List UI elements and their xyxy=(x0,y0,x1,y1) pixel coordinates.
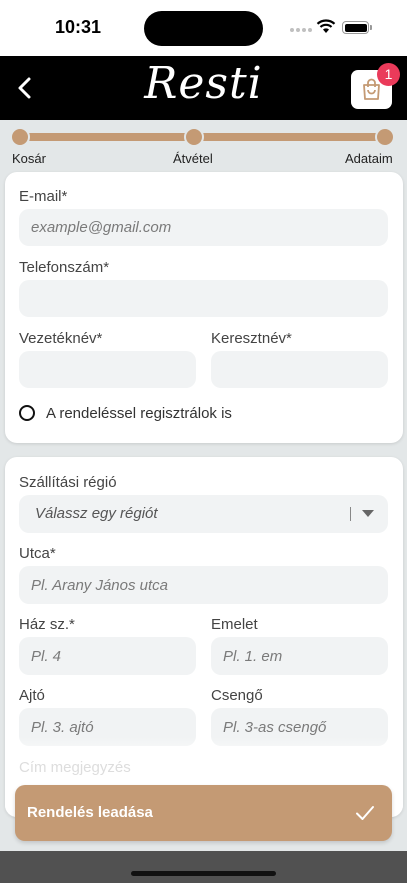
house-number-field[interactable] xyxy=(19,637,196,675)
lastname-label: Vezetéknév* xyxy=(19,330,103,347)
battery-icon xyxy=(342,21,369,34)
bottom-bar xyxy=(0,851,407,883)
address-card: Szállítási régió Válassz egy régiót Utca… xyxy=(5,457,403,817)
floor-label: Emelet xyxy=(211,616,258,633)
bell-label: Csengő xyxy=(211,687,263,704)
step-label-kosar: Kosár xyxy=(12,151,46,166)
select-separator xyxy=(350,507,351,521)
checkmark-icon xyxy=(356,806,374,820)
house-number-label: Ház sz.* xyxy=(19,616,75,633)
region-select[interactable]: Válassz egy régiót xyxy=(19,495,388,533)
cart-badge: 1 xyxy=(377,63,400,86)
signal-icon xyxy=(290,28,312,34)
wifi-icon xyxy=(316,19,336,33)
chevron-down-icon xyxy=(362,510,374,517)
street-label: Utca* xyxy=(19,545,56,562)
app-header: Resti xyxy=(0,56,407,120)
phone-label: Telefonszám* xyxy=(19,259,110,276)
email-label: E-mail* xyxy=(19,188,68,205)
region-label: Szállítási régió xyxy=(19,474,117,491)
step-dot-kosar xyxy=(10,127,30,147)
register-label: A rendeléssel regisztrálok is xyxy=(46,405,232,422)
lastname-field[interactable] xyxy=(19,351,196,388)
email-field[interactable] xyxy=(19,209,388,246)
street-field[interactable] xyxy=(19,566,388,604)
submit-order-label: Rendelés leadása xyxy=(27,804,153,821)
dynamic-island xyxy=(144,11,263,46)
step-label-adataim: Adataim xyxy=(345,151,393,166)
step-dot-adataim xyxy=(375,127,395,147)
register-radio[interactable] xyxy=(19,405,35,421)
home-indicator[interactable] xyxy=(131,871,276,876)
floor-field[interactable] xyxy=(211,637,388,675)
app-logo: Resti xyxy=(144,58,263,109)
contact-card: E-mail* Telefonszám* Vezetéknév* Kereszt… xyxy=(5,172,403,443)
step-dot-atvetel xyxy=(184,127,204,147)
status-time: 10:31 xyxy=(55,17,102,37)
door-label: Ajtó xyxy=(19,687,45,704)
firstname-field[interactable] xyxy=(211,351,388,388)
submit-order-button[interactable]: Rendelés leadása xyxy=(15,785,392,841)
firstname-label: Keresztnév* xyxy=(211,330,292,347)
step-label-atvetel: Átvétel xyxy=(173,151,213,166)
checkout-stepper: Kosár Átvétel Adataim xyxy=(0,120,407,172)
status-bar: 10:31 xyxy=(0,0,407,56)
region-select-value: Válassz egy régiót xyxy=(35,505,158,522)
phone-field[interactable] xyxy=(19,280,388,317)
address-note-label: Cím megjegyzés xyxy=(19,759,131,776)
